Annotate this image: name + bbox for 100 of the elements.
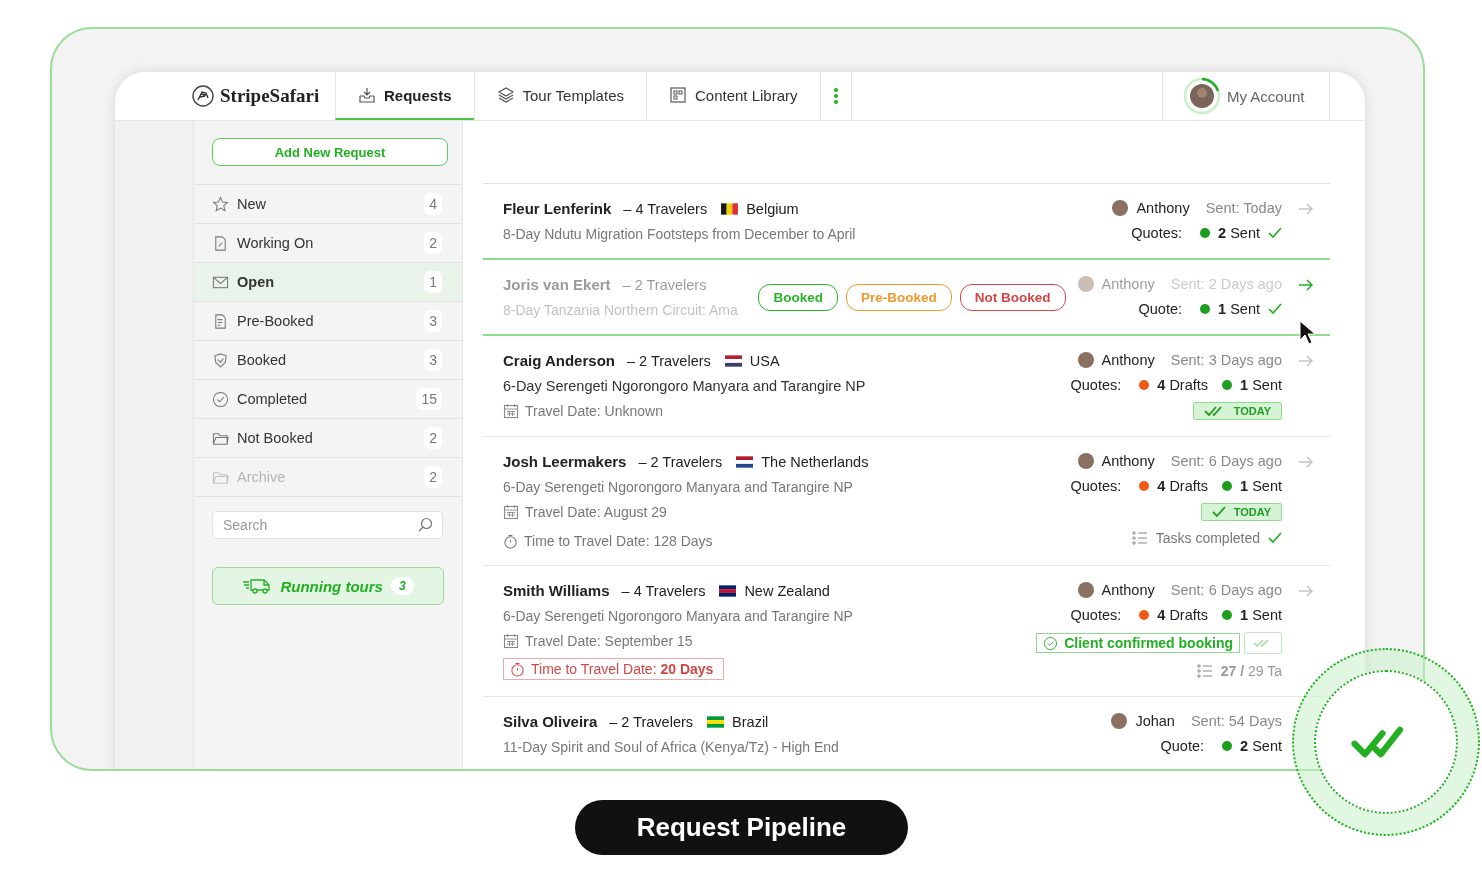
sent-time: Sent: 3 Days ago [1170,352,1282,368]
arrow-right-icon[interactable] [1298,456,1314,468]
check-circle-icon [212,390,229,408]
travel-date: Travel Date: August 29 [525,504,667,520]
agent-name: Anthony [1101,276,1155,292]
calendar-icon [503,504,519,520]
time-to-travel: Time to Travel Date: 20 Days [531,661,714,677]
agent-name: Anthony [1101,582,1155,598]
sidebar-item[interactable]: Completed 15 [194,380,462,419]
calendar-icon [503,403,519,419]
avatar [1111,713,1128,729]
country-name: The Netherlands [761,453,869,470]
tasks-status: 27 / 29 Ta [1220,663,1282,679]
sidebar-label: Pre-Booked [237,313,315,329]
badge-icon [212,351,229,369]
flag-icon [724,354,742,367]
account-button[interactable]: My Account [1162,72,1330,120]
quotes-label: Quotes: [1070,377,1122,393]
avatar [1077,352,1094,368]
star-icon [212,195,229,213]
sent-time: Sent: 6 Days ago [1170,453,1282,469]
status-tag[interactable]: Not Booked [959,283,1066,311]
sidebar-label: Completed [237,391,309,407]
travel-date: Travel Date: Unknown [525,403,663,419]
document-list-icon [212,312,229,330]
quote-count: 1 Sent [1240,478,1282,494]
sidebar-label: Booked [237,352,288,368]
sent-time: Sent: 6 Days ago [1170,582,1282,598]
quote-count: 1 Sent [1218,301,1260,317]
request-row[interactable]: Craig Anderson – 2 Travelers USA 6-Day Serengeti Ngorongoro Manyara and Tarangire NP Travel Date: Unknown Anthony Sent: 3 Days ago Quotes: 4 Drafts 1 Sent TODAY [483,336,1330,437]
quote-count: 2 Sent [1240,738,1282,754]
sidebar-label: New [237,196,267,212]
timer-icon [503,533,518,549]
agent-name: Johan [1135,713,1175,729]
calendar-icon [503,633,519,649]
travelers-count: – 2 Travelers [622,276,707,293]
truck-icon [242,578,273,594]
request-row[interactable]: Fleur Lenferink – 4 Travelers Belgium 8-Day Ndutu Migration Footsteps from December to April Anthony Sent: Today Quotes: 2 Sent [483,184,1330,259]
count-badge: 3 [424,349,442,371]
count-badge: 2 [424,466,442,488]
travelers-count: – 4 Travelers [623,200,708,217]
time-to-travel: Time to Travel Date: 128 Days [524,533,713,549]
document-icon [212,234,229,252]
sent-time: Sent: Today [1205,200,1282,216]
layers-icon [496,86,515,104]
check-icon [1268,303,1282,315]
country-name: New Zealand [744,582,830,599]
trip-title: 6-Day Serengeti Ngorongoro Manyara and Tarangire NP [503,378,867,394]
confirmation-badge: Client confirmed booking [1036,633,1240,653]
trip-title: 8-Day Ndutu Migration Footsteps from December to April [503,226,857,242]
client-name: Fleur Lenferink [503,200,612,217]
client-name: Joris van Ekert [503,276,611,293]
country-name: USA [749,352,780,369]
arrow-right-icon[interactable] [1298,203,1314,215]
quote-count: 4 Drafts [1157,607,1209,623]
mouse-cursor-icon [1299,320,1317,346]
sidebar-label: Open [237,274,276,290]
avatar [1077,582,1094,598]
travel-date: Travel Date: September 15 [525,633,693,649]
quotes-label: Quotes: [1070,607,1122,623]
count-badge: 2 [424,232,442,254]
sidebar-item[interactable]: Booked 3 [194,341,462,380]
double-check-button[interactable] [1244,632,1282,654]
nav-tab[interactable]: Requests [335,72,474,120]
arrow-right-icon[interactable] [1298,585,1314,597]
count-badge: 1 [424,271,442,293]
count-badge: 15 [416,388,442,410]
agent-name: Anthony [1101,453,1155,469]
count-badge: 2 [424,427,442,449]
brand-logo-text: StripeSafari [220,85,320,107]
client-name: Silva Oliveira [503,713,598,730]
inbox-icon [358,86,376,104]
agent-name: Anthony [1136,200,1190,216]
more-menu-icon[interactable] [832,87,839,105]
search-field[interactable]: Search [212,511,443,539]
client-name: Craig Anderson [503,352,615,369]
quote-count: 1 Sent [1240,607,1282,623]
flag-icon [721,202,739,215]
nav-tab[interactable]: Tour Templates [473,72,646,120]
sidebar-item[interactable]: New 4 [194,185,462,224]
avatar [1112,200,1129,216]
avatar [1077,453,1094,469]
nav-tab[interactable]: Content Library [646,72,820,120]
sidebar-item[interactable]: Open 1 [194,263,462,302]
client-name: Josh Leermakers [503,453,627,470]
sidebar-item[interactable]: Not Booked 2 [194,419,462,458]
check-icon [1268,532,1282,544]
quotes-label: Quotes: [1070,478,1122,494]
sidebar-item[interactable]: Pre-Booked 3 [194,302,462,341]
count-badge: 4 [424,193,442,215]
arrow-right-icon[interactable] [1298,355,1314,367]
checklist-icon [1196,664,1213,678]
timer-icon [510,661,525,677]
grid-icon [669,86,687,104]
quote-count: 1 Sent [1240,377,1282,393]
trip-title: 6-Day Serengeti Ngorongoro Manyara and Tarangire NP [503,608,854,624]
arrow-right-icon[interactable] [1298,279,1314,291]
travelers-count: – 2 Travelers [626,352,711,369]
country-name: Brazil [732,713,769,730]
travelers-count: – 2 Travelers [638,453,723,470]
